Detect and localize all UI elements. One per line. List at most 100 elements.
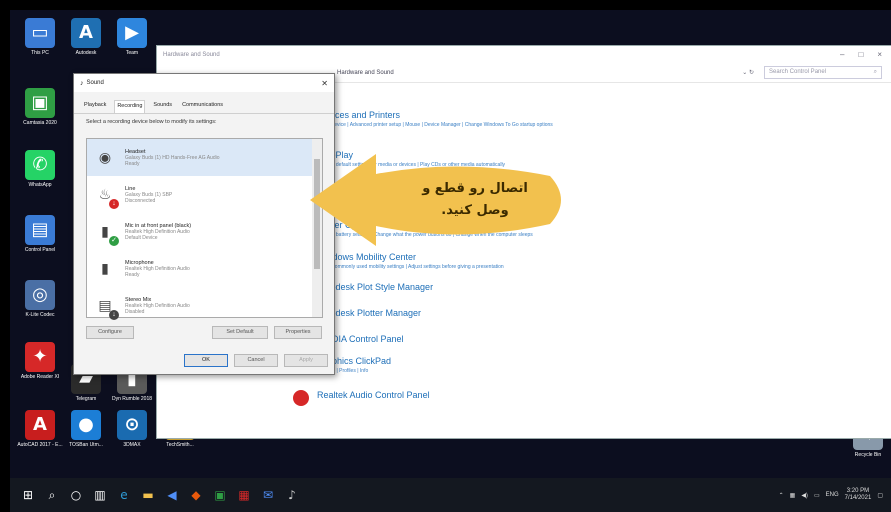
windows-start-icon[interactable]: ⊞ (17, 484, 39, 506)
device-row[interactable]: ▮ ✓ Mic in at front panel (black) Realtek H… (87, 213, 322, 250)
whatsapp-icon: ✆ (25, 150, 55, 180)
device-row[interactable]: ▤ ↓ Stereo Mix Realtek High Definition Audi… (87, 287, 322, 324)
control-panel-section: Windows Mobility Center Adjust commonly u… (293, 252, 504, 271)
desktop-shortcut-label: TOSBan Utm... (69, 442, 103, 448)
device-row[interactable]: ▮ Microphone Realtek High Definition Audio… (87, 250, 322, 287)
properties-button[interactable]: Properties (274, 326, 322, 339)
device-name: Mic in at front panel (black) (125, 222, 192, 229)
control-panel-section: Devices and Printers Add a device | Advan… (293, 110, 553, 129)
stereo-mix-icon: ▤ ↓ (93, 294, 119, 320)
desktop-shortcut[interactable]: ▶ Team (108, 18, 156, 56)
notification-icon[interactable]: ▢ (877, 492, 883, 499)
desktop-shortcut[interactable]: ▤ Control Panel (16, 215, 64, 253)
section-heading-link[interactable]: Realtek Audio Control Panel (317, 390, 430, 401)
status-badge-icon: ↓ (109, 309, 119, 320)
edge-icon[interactable]: e (113, 484, 135, 506)
tab-playback[interactable]: Playback (82, 100, 108, 113)
media-player-icon[interactable]: ◀ (161, 484, 183, 506)
apply-button[interactable]: Apply (284, 354, 328, 367)
breadcrumb[interactable]: Hardware and Sound (337, 70, 394, 76)
desktop-shortcut-label: K-Lite Codec (25, 312, 55, 318)
task-view-icon[interactable]: ▥ (89, 484, 111, 506)
recording-device-list[interactable]: ◉ Headset Galaxy Buds (1) HD Hands-Free AG… (86, 138, 323, 320)
desktop-shortcut-label: Dyn Rumble 2018 (111, 396, 153, 402)
close-icon[interactable]: × (877, 50, 882, 59)
dialog-titlebar[interactable]: ♪ Sound ✕ (74, 74, 334, 92)
desktop-shortcut-label: AutoCAD 2017 - E... (17, 442, 63, 448)
desktop-shortcut[interactable]: ✦ Adobe Reader XI (16, 342, 64, 380)
search-icon[interactable]: ⌕ (41, 484, 63, 506)
callout-line-1: اتصال رو قطع و (422, 181, 528, 196)
minimize-icon[interactable]: – (840, 50, 844, 59)
search-input[interactable]: Search Control Panel ⌕ (764, 66, 882, 79)
section-links[interactable]: Add a device | Advanced printer setup | … (317, 121, 553, 129)
desktop-shortcut[interactable]: A Autodesk (62, 18, 110, 56)
callout-line-2: وصل کنید. (441, 203, 509, 218)
camtasia-icon: ▣ (25, 88, 55, 118)
set-default-button[interactable]: Set Default (212, 326, 268, 339)
desktop-shortcut[interactable]: ✆ WhatsApp (16, 150, 64, 188)
mail-icon[interactable]: ✉ (257, 484, 279, 506)
status-badge-icon: ↓ (109, 198, 119, 209)
close-icon[interactable]: ✕ (321, 79, 328, 88)
sound-dialog: ♪ Sound ✕ Playback Recording Sounds Communi… (73, 73, 335, 375)
device-row[interactable]: ◉ Headset Galaxy Buds (1) HD Hands-Free AG… (87, 139, 322, 176)
desktop-shortcut-label: Recycle Bin (854, 452, 882, 458)
line-in-icon: ♨ ↓ (93, 183, 119, 209)
taskbar: ⊞ ⌕ ○ ▥ e ▬ ◀ ◆ ▣ ▦ ✉ ♪ ⌃ ▦ ◀) ▭ ENG 3:20 PM 7/14/2… (10, 478, 891, 512)
tab-sounds[interactable]: Sounds (151, 100, 174, 113)
clock-time: 3:20 PM (846, 488, 870, 494)
taskbar-items: ⊞ ⌕ ○ ▥ e ▬ ◀ ◆ ▣ ▦ ✉ ♪ (10, 484, 304, 506)
sound-settings-icon[interactable]: ♪ (281, 484, 303, 506)
store-icon[interactable]: ▦ (233, 484, 255, 506)
control-panel-section: Realtek Audio Control Panel (293, 390, 430, 406)
autodesk-icon: A (71, 18, 101, 48)
chevron-up-icon[interactable]: ⌃ (779, 492, 784, 499)
language-indicator[interactable]: ENG (826, 492, 839, 498)
keyboard-icon[interactable]: ▭ (814, 492, 820, 499)
adobe-reader-icon: ✦ (25, 342, 55, 372)
cortana-icon[interactable]: ○ (65, 484, 87, 506)
configure-button[interactable]: Configure (86, 326, 134, 339)
office-icon[interactable]: ◆ (185, 484, 207, 506)
file-explorer-icon[interactable]: ▬ (137, 484, 159, 506)
clock[interactable]: 3:20 PM 7/14/2021 (845, 488, 872, 502)
status-badge-icon: ✓ (109, 235, 119, 246)
device-driver: Galaxy Buds (1) SBP (125, 191, 173, 198)
refresh-icon[interactable]: ⌄ ↻ (742, 69, 754, 76)
desktop-shortcut[interactable]: ▣ Camtasia 2020 (16, 88, 64, 126)
device-row[interactable]: ♨ ↓ Line Galaxy Buds (1) SBP Disconnected (87, 176, 322, 213)
device-info: Mic in at front panel (black) Realtek Hig… (125, 223, 191, 241)
device-status: Disconnected (125, 197, 156, 204)
camtasia-icon[interactable]: ▣ (209, 484, 231, 506)
instruction-text: Select a recording device below to modif… (86, 119, 217, 125)
desktop-shortcut-label: Team (125, 50, 139, 56)
cancel-button[interactable]: Cancel (234, 354, 278, 367)
headset-icon: ◉ (98, 149, 112, 165)
tab-communications[interactable]: Communications (180, 100, 225, 113)
section-heading-link[interactable]: Windows Mobility Center (317, 252, 504, 263)
tab-recording[interactable]: Recording (114, 100, 146, 113)
ok-button[interactable]: OK (184, 354, 228, 367)
desktop-shortcut-label: TechSmith... (166, 442, 194, 448)
search-icon: ⌕ (873, 69, 877, 75)
desktop-shortcut[interactable]: ⊙ 3DMAX (108, 410, 156, 448)
instruction-callout: اتصال رو قطع و وصل کنید. (310, 152, 568, 248)
system-tray: ⌃ ▦ ◀) ▭ ENG 3:20 PM 7/14/2021 ▢ (779, 488, 891, 502)
desktop-shortcut[interactable]: ● TOSBan Utm... (62, 410, 110, 448)
desktop-shortcut-label: This PC (31, 50, 49, 56)
window-title: Hardware and Sound (163, 51, 220, 58)
dialog-tabs: Playback Recording Sounds Communications (74, 92, 334, 114)
device-status: Default Device (125, 234, 158, 241)
desktop-shortcut[interactable]: A AutoCAD 2017 - E... (16, 410, 64, 448)
section-links[interactable]: Adjust commonly used mobility settings |… (317, 263, 504, 271)
device-driver: Realtek High Definition Audio (125, 302, 190, 309)
window-titlebar[interactable]: Hardware and Sound – □ × (157, 46, 891, 63)
device-driver: Realtek High Definition Audio (125, 265, 190, 272)
network-icon[interactable]: ▦ (790, 492, 796, 499)
maximize-icon[interactable]: □ (858, 50, 863, 59)
desktop-shortcut[interactable]: ▭ This PC (16, 18, 64, 56)
desktop-shortcut[interactable]: ◎ K-Lite Codec (16, 280, 64, 318)
volume-icon[interactable]: ◀) (801, 492, 808, 499)
section-heading-link[interactable]: Devices and Printers (317, 110, 553, 121)
